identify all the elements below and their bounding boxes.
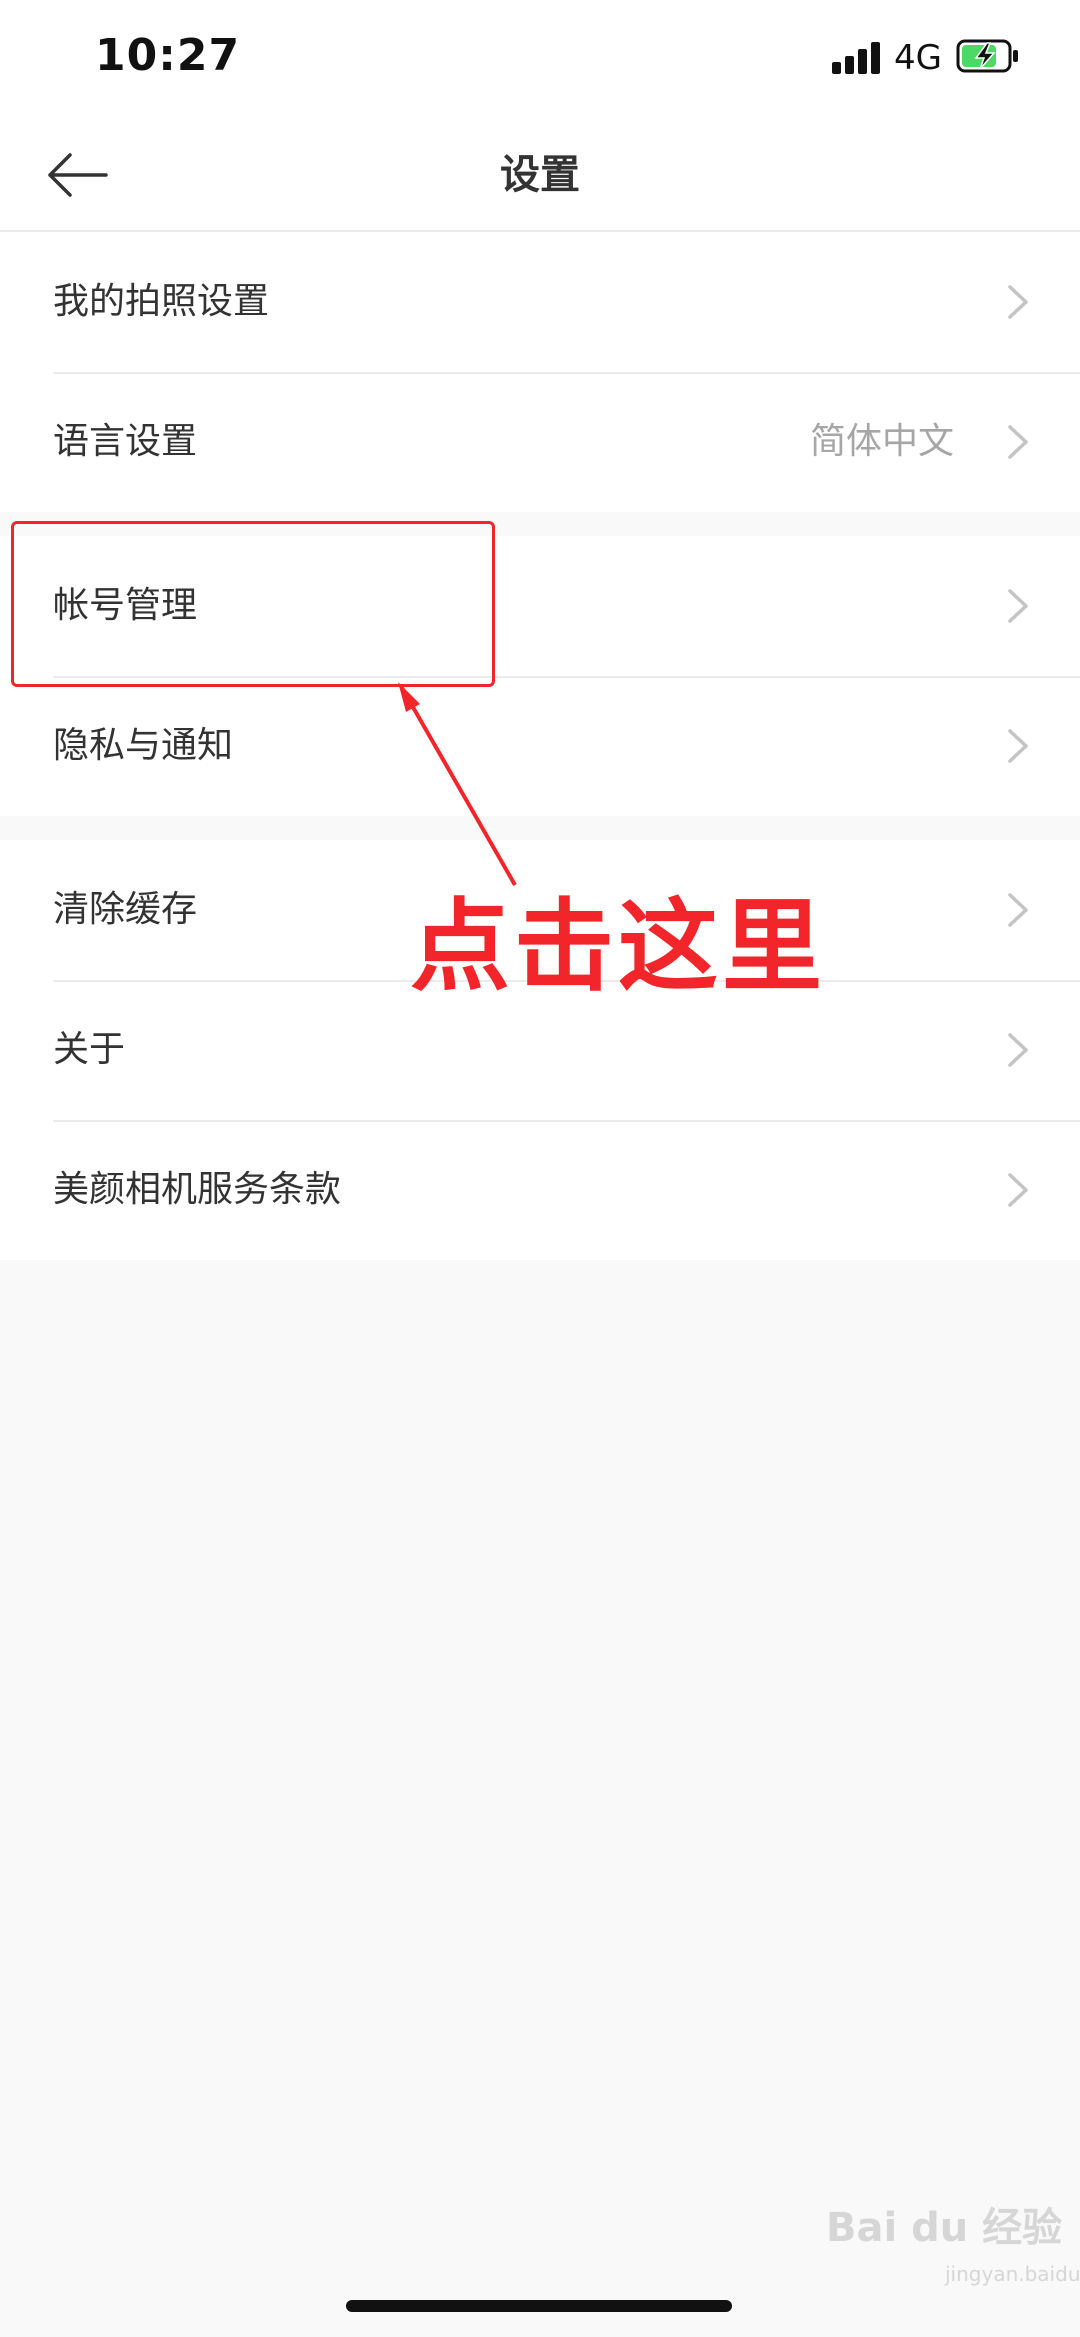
status-bar: 10:27 4G: [0, 0, 1080, 120]
nav-bar: 设置: [0, 120, 1080, 232]
row-privacy-notifications[interactable]: 隐私与通知: [0, 676, 1080, 816]
row-label: 清除缓存: [53, 889, 198, 930]
row-label: 关于: [53, 1029, 126, 1070]
row-terms-of-service[interactable]: 美颜相机服务条款: [0, 1120, 1080, 1260]
annotation-text: 点击这里: [410, 888, 826, 1005]
settings-group-general: 我的拍照设置 语言设置 简体中文: [0, 232, 1080, 512]
annotation-highlight-box: [11, 521, 495, 687]
battery-charging-icon: [956, 39, 1018, 73]
chevron-right-icon: [1008, 425, 1028, 459]
chevron-right-icon: [1008, 589, 1028, 623]
row-label: 隐私与通知: [53, 725, 234, 766]
row-label: 语言设置: [53, 421, 198, 462]
watermark-url: jingyan.baidu.com: [945, 2262, 1080, 2286]
chevron-right-icon: [1008, 729, 1028, 763]
home-indicator[interactable]: [346, 2300, 732, 2312]
chevron-right-icon: [1008, 285, 1028, 319]
signal-icon: [832, 42, 882, 74]
chevron-right-icon: [1008, 1173, 1028, 1207]
watermark-brand: Bai du 经验: [826, 2205, 1063, 2251]
row-language-settings[interactable]: 语言设置 简体中文: [0, 372, 1080, 512]
row-label: 美颜相机服务条款: [53, 1169, 342, 1210]
status-time: 10:27: [95, 30, 241, 81]
chevron-right-icon: [1008, 1033, 1028, 1067]
row-photo-settings[interactable]: 我的拍照设置: [0, 232, 1080, 372]
language-value: 简体中文: [809, 421, 954, 462]
back-arrow-icon[interactable]: [44, 145, 110, 205]
page-title: 设置: [500, 152, 580, 198]
network-type: 4G: [894, 38, 942, 78]
row-label: 我的拍照设置: [53, 281, 270, 322]
chevron-right-icon: [1008, 893, 1028, 927]
